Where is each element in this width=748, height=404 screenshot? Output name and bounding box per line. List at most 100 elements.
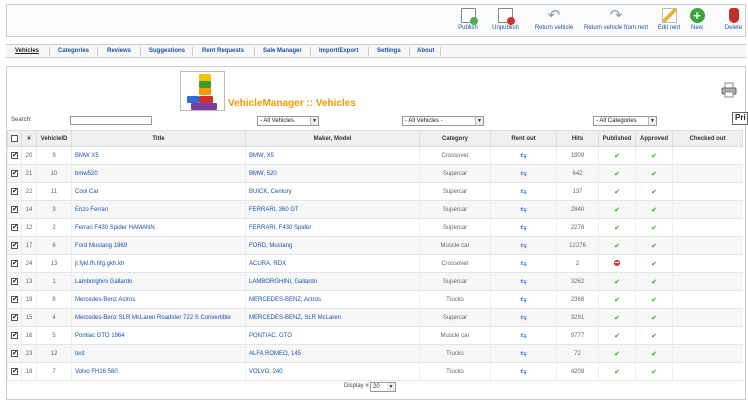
check-icon[interactable]: ✔ xyxy=(651,171,657,178)
check-icon[interactable]: ✔ xyxy=(614,225,620,232)
row-checkbox[interactable] xyxy=(11,223,18,231)
maker-model-link[interactable]: FERRARI, 360 GT xyxy=(249,207,299,213)
return-vehicle-button[interactable]: ↶ Return vehicle xyxy=(532,8,576,36)
vehicle-title-link[interactable]: jl.fykl.fh.hfg.gkh.kh xyxy=(75,261,124,267)
menu-sale-manager[interactable]: Sale Manager xyxy=(263,48,302,54)
category-filter-select[interactable]: - All Categories ▼ xyxy=(593,116,657,126)
vehicle-title-link[interactable]: Pontiac GTO 1964 xyxy=(75,333,125,339)
maker-model-link[interactable]: MERCEDES-BENZ, Actros xyxy=(249,297,321,303)
vehicle-title-link[interactable]: bmw520 xyxy=(75,171,98,177)
check-icon[interactable]: ✔ xyxy=(614,369,620,376)
vehicle-title-link[interactable]: BMW X5 xyxy=(75,153,99,159)
menu-about[interactable]: About xyxy=(417,48,434,54)
row-checkbox[interactable] xyxy=(11,331,18,339)
maker-model-link[interactable]: LAMBORGHINI, Gallardo xyxy=(249,279,317,285)
row-checkbox[interactable] xyxy=(11,259,18,267)
vehicle-filter-select[interactable]: - All Vehicles ▼ xyxy=(257,116,319,126)
check-icon[interactable]: ✔ xyxy=(651,315,657,322)
menu-reviews[interactable]: Reviews xyxy=(107,48,131,54)
check-icon[interactable]: ✔ xyxy=(651,351,657,358)
check-icon[interactable]: ✔ xyxy=(614,315,620,322)
printer-icon[interactable] xyxy=(721,82,737,98)
row-checkbox[interactable] xyxy=(11,349,18,357)
vehicle-filter-select-2[interactable]: - All Vehicles - ▼ xyxy=(402,116,484,126)
publish-button[interactable]: Publish xyxy=(456,8,480,36)
vehicle-title-link[interactable]: Ferrari F430 Spider HAMANN xyxy=(75,225,155,231)
display-count-select[interactable]: 20 ▼ xyxy=(370,382,396,392)
rent-out-icon[interactable]: ⇆ xyxy=(520,367,527,376)
column-header-title[interactable]: Title xyxy=(71,130,246,147)
check-icon[interactable]: ✔ xyxy=(651,243,657,250)
check-icon[interactable]: ✔ xyxy=(614,297,620,304)
column-header-vehicleid[interactable]: VehicleID xyxy=(36,130,72,147)
maker-model-link[interactable]: ACURA, RDX xyxy=(249,261,286,267)
row-checkbox[interactable] xyxy=(11,295,18,303)
new-button[interactable]: + New xyxy=(688,8,706,36)
vehicle-title-link[interactable]: Cool Car xyxy=(75,189,99,195)
menu-rent-requests[interactable]: Rent Requests xyxy=(202,48,244,54)
check-icon[interactable]: ✔ xyxy=(614,171,620,178)
row-checkbox[interactable] xyxy=(11,151,18,159)
maker-model-link[interactable]: FORD, Mustang xyxy=(249,243,292,249)
rent-out-icon[interactable]: ⇆ xyxy=(520,331,527,340)
row-checkbox[interactable] xyxy=(11,169,18,177)
menu-import-export[interactable]: Import/Export xyxy=(319,48,358,54)
maker-model-link[interactable]: BUICK, Century xyxy=(249,189,292,195)
check-icon[interactable]: ✔ xyxy=(651,333,657,340)
row-checkbox[interactable] xyxy=(11,367,18,375)
row-checkbox[interactable] xyxy=(11,187,18,195)
select-all-checkbox[interactable] xyxy=(11,134,18,142)
vehicle-title-link[interactable]: test xyxy=(75,351,85,357)
check-icon[interactable]: ✔ xyxy=(651,153,657,160)
row-checkbox[interactable] xyxy=(11,313,18,321)
check-icon[interactable]: ✔ xyxy=(614,351,620,358)
menu-categories[interactable]: Categories xyxy=(58,48,89,54)
check-icon[interactable]: ✔ xyxy=(614,333,620,340)
maker-model-link[interactable]: VOLVO, 240 xyxy=(249,369,283,375)
rent-out-icon[interactable]: ⇆ xyxy=(520,241,527,250)
check-icon[interactable]: ✔ xyxy=(614,189,620,196)
check-icon[interactable]: ✔ xyxy=(651,279,657,286)
check-icon[interactable]: ✔ xyxy=(614,153,620,160)
row-checkbox[interactable] xyxy=(11,205,18,213)
maker-model-link[interactable]: FERRARI, F430 Spider xyxy=(249,225,311,231)
check-icon[interactable]: ✔ xyxy=(651,225,657,232)
check-icon[interactable]: ✔ xyxy=(651,207,657,214)
check-icon[interactable]: ✔ xyxy=(651,261,657,268)
rent-out-icon[interactable]: ⇆ xyxy=(520,295,527,304)
search-input[interactable] xyxy=(70,116,152,125)
menu-vehicles[interactable]: Vehicles xyxy=(15,48,39,54)
rent-out-icon[interactable]: ⇆ xyxy=(520,313,527,322)
maker-model-link[interactable]: BMW, 520 xyxy=(249,171,277,177)
maker-model-link[interactable]: PONTIAC, GTO xyxy=(249,333,292,339)
check-icon[interactable]: ✔ xyxy=(651,297,657,304)
row-checkbox[interactable] xyxy=(11,241,18,249)
column-header-published[interactable]: Published xyxy=(598,130,636,147)
check-icon[interactable]: ✔ xyxy=(614,207,620,214)
rent-out-icon[interactable]: ⇆ xyxy=(520,187,527,196)
vehicle-title-link[interactable]: Volvo FH16 580 xyxy=(75,369,118,375)
column-header-category[interactable]: Category xyxy=(419,130,491,147)
unpublished-icon[interactable] xyxy=(614,259,620,266)
rent-out-icon[interactable]: ⇆ xyxy=(520,151,527,160)
edit-rent-button[interactable]: Edit rent xyxy=(654,8,684,36)
rent-out-icon[interactable]: ⇆ xyxy=(520,223,527,232)
vehicle-title-link[interactable]: Enzo Ferrari xyxy=(75,207,108,213)
maker-model-link[interactable]: MERCEDES-BENZ, SLR McLaren xyxy=(249,315,341,321)
vehicle-title-link[interactable]: Mercedes-Benz SLR McLaren Roadster 722 S… xyxy=(75,315,231,321)
check-icon[interactable]: ✔ xyxy=(651,369,657,376)
rent-out-icon[interactable]: ⇆ xyxy=(520,349,527,358)
rent-out-icon[interactable]: ⇆ xyxy=(520,205,527,214)
rent-out-icon[interactable]: ⇆ xyxy=(520,169,527,178)
rent-out-icon[interactable]: ⇆ xyxy=(520,277,527,286)
check-icon[interactable]: ✔ xyxy=(614,243,620,250)
menu-settings[interactable]: Settings xyxy=(377,48,401,54)
vehicle-title-link[interactable]: Ford Mustang 1969 xyxy=(75,243,127,249)
check-icon[interactable]: ✔ xyxy=(614,279,620,286)
vehicle-title-link[interactable]: Lamborghini Gallardo xyxy=(75,279,132,285)
column-header-approved[interactable]: Approved xyxy=(635,130,673,147)
maker-model-link[interactable]: ALFA ROMEO, 145 xyxy=(249,351,301,357)
column-header-maker-model[interactable]: Maker, Model xyxy=(245,130,420,147)
check-icon[interactable]: ✔ xyxy=(651,189,657,196)
unpublish-button[interactable]: Unpublish xyxy=(488,8,523,36)
